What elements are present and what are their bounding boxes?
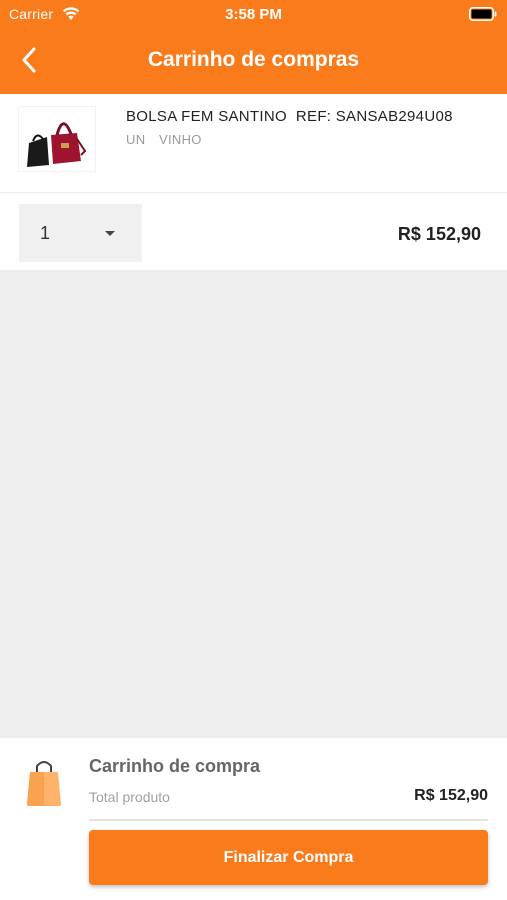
status-bar: Carrier 3:58 PM xyxy=(0,0,507,30)
handbag-image xyxy=(27,122,87,167)
product-price: R$ 152,90 xyxy=(397,224,481,244)
battery-icon xyxy=(469,7,497,21)
total-value: R$ 152,90 xyxy=(414,787,488,804)
product-unit: UN xyxy=(126,132,146,147)
product-color: VINHO xyxy=(159,132,202,147)
product-name: BOLSA FEM SANTINO REF: SANSAB294U08 xyxy=(126,108,453,125)
status-time: 3:58 PM xyxy=(225,6,282,23)
item-divider xyxy=(0,192,507,193)
product-thumbnail[interactable] xyxy=(18,106,96,172)
quantity-dropdown[interactable]: 1 xyxy=(19,204,142,262)
shopping-bag-icon xyxy=(27,761,61,806)
header: Carrier 3:58 PM Carrinho de compras xyxy=(0,0,507,94)
caret-down-icon xyxy=(105,231,115,236)
summary-divider xyxy=(89,819,488,821)
cart-item: BOLSA FEM SANTINO REF: SANSAB294U08 UN V… xyxy=(0,94,507,270)
checkout-button[interactable]: Finalizar Compra xyxy=(89,830,488,885)
quantity-value: 1 xyxy=(40,223,51,243)
total-label: Total produto xyxy=(89,789,170,805)
summary-title: Carrinho de compra xyxy=(89,756,261,776)
cart-summary: Carrinho de compra Total produto R$ 152,… xyxy=(0,738,507,900)
nav-bar: Carrinho de compras xyxy=(0,30,507,94)
cart-screen: Carrier 3:58 PM Carrinho de compras BOLS… xyxy=(0,0,507,900)
page-title: Carrinho de compras xyxy=(147,48,360,71)
